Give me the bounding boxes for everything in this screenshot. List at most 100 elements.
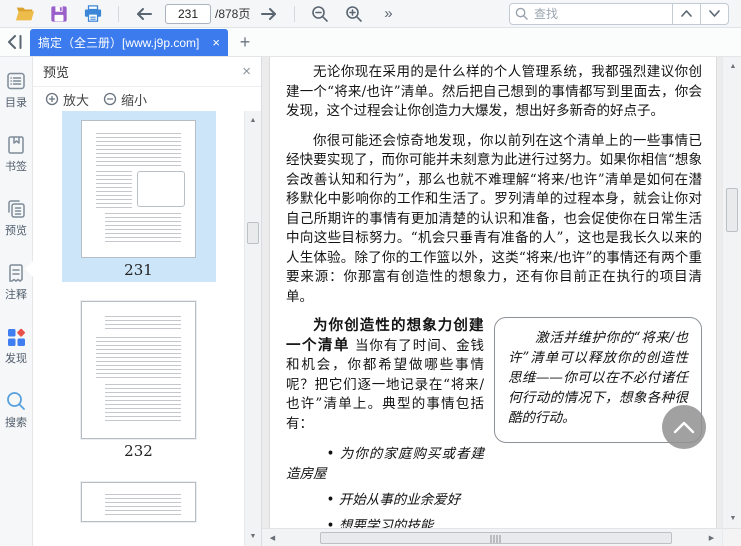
new-tab-button[interactable]: + [228,28,262,56]
scroll-left-arrow[interactable]: ◀ [264,530,281,546]
thumbnail-page-image [81,301,196,439]
zoom-out-button[interactable] [308,2,332,26]
circle-plus-icon [45,92,59,106]
tab-title: 搞定（全三册）[www.j9p.com] [38,36,200,50]
document-view: 无论你现在采用的是什么样的个人管理系统，我都强烈建议你创建一个“将来/也许”清单… [262,57,722,546]
page-total-label: /878页 [215,7,251,21]
zoom-in-label: 放大 [63,92,90,108]
find-bar [509,2,729,25]
tab-bar: 搞定（全三册）[www.j9p.com] × + [0,28,741,57]
find-next-button[interactable] [701,4,728,24]
thumbnail-item[interactable] [62,473,216,525]
toolbar-separator [118,5,119,22]
annotation-page-icon [5,262,27,284]
list-item: 想要学习的技能 [286,516,702,528]
sidebar-item-toc[interactable]: 目录 [0,70,32,126]
scroll-up-arrow[interactable]: ▲ [245,113,261,128]
find-previous-button[interactable] [673,4,700,24]
floppy-save-icon [50,5,68,23]
list-item: 开始从事的业余爱好 [286,490,702,510]
thumbnail-item[interactable]: 232 [62,292,216,463]
bookmark-icon [5,134,27,156]
search-icon [510,4,532,24]
scrollbar-corner [723,528,741,546]
magnifier-minus-icon [311,5,329,23]
paragraph: 无论你现在采用的是什么样的个人管理系统，我都强烈建议你创建一个“将来/也许”清单… [286,64,702,119]
page-content: 无论你现在采用的是什么样的个人管理系统，我都强烈建议你创建一个“将来/也许”清单… [270,57,716,528]
page-number-input[interactable] [165,3,211,24]
scroll-down-arrow[interactable]: ▼ [245,529,261,544]
sidebar-item-search[interactable]: 搜索 [0,390,32,446]
section-left-column: 为你创造性的想象力创建一个清单 当你有了时间、金钱和机会，你都希望做哪些事情呢？… [286,317,484,484]
thumbnail-list: 231 232 [33,111,244,546]
toolbar-separator [294,5,296,22]
toc-icon [5,70,27,92]
search-icon [5,390,27,412]
close-icon[interactable]: × [242,64,251,79]
next-page-button[interactable] [257,2,281,26]
chevron-up-icon [681,10,692,17]
chevron-up-icon [673,421,695,433]
toolbar: /878页 » [0,0,741,28]
thumbnail-item[interactable]: 231 [61,111,216,282]
paragraph: 你很可能还会惊奇地发现，你以前列在这个清单上的一些事情已经快要实现了，而你可能并… [286,132,702,305]
sidebar-item-preview[interactable]: 预览 [0,198,32,254]
horizontal-scrollbar[interactable]: ◀ ▶ [262,528,722,546]
sidebar-item-discover[interactable]: 发现 [0,326,32,382]
more-tools-button[interactable]: » [376,2,400,26]
document-page: 无论你现在采用的是什么样的个人管理系统，我都强烈建议你创建一个“将来/也许”清单… [270,57,716,528]
chevron-down-icon [709,10,720,17]
thumbnail-zoom-out-button[interactable]: 缩小 [103,90,147,109]
preview-panel: 预览 × 放大 缩小 231 232 ▲ ▼ [33,57,262,546]
navigation-sidebar: 目录 书签 预览 注释 发现 搜索 [0,57,33,546]
zoom-out-label: 缩小 [121,92,148,108]
circle-minus-icon [103,92,117,106]
section-row: 为你创造性的想象力创建一个清单 当你有了时间、金钱和机会，你都希望做哪些事情呢？… [286,317,702,484]
scrollbar-thumb[interactable] [320,532,672,544]
thumbnail-page-number: 231 [124,261,153,279]
scrollbar-thumb[interactable] [247,222,259,244]
print-button[interactable] [81,2,105,26]
arrow-left-icon [135,7,153,21]
tab-close-icon[interactable]: × [212,36,220,49]
preview-panel-title: 预览 [43,65,70,80]
preview-panel-header: 预览 × [33,57,261,87]
chevron-left-bar-icon [8,35,22,49]
list-item: 为你的家庭购买或者建造房屋 [286,444,484,484]
previous-page-button[interactable] [132,2,156,26]
thumbnail-zoom-in-button[interactable]: 放大 [45,90,89,109]
save-button[interactable] [47,2,71,26]
vertical-scrollbar[interactable]: ▲ ▼ [722,57,741,546]
active-panel-notch [25,261,33,277]
section-paragraph: 为你创造性的想象力创建一个清单 当你有了时间、金钱和机会，你都希望做哪些事情呢？… [286,317,484,434]
folder-open-icon [15,5,35,23]
back-to-top-button[interactable] [662,405,706,449]
thumbnail-page-number: 232 [124,442,153,460]
find-input[interactable] [532,6,672,21]
printer-icon [83,4,103,23]
scrollbar-grip [490,535,502,543]
sidebar-item-bookmarks[interactable]: 书签 [0,134,32,190]
sidebar-item-label: 注释 [5,289,27,301]
preview-toolbar: 放大 缩小 [33,87,261,111]
preview-pages-icon [5,198,27,220]
discover-grid-icon [5,326,27,348]
workspace: 目录 书签 预览 注释 发现 搜索 预览 × 放大 缩小 231 232 ▲ ▼… [0,57,741,546]
thumbnail-page-image [81,482,196,522]
collapse-tabs-button[interactable] [0,28,30,56]
sidebar-item-label: 发现 [5,353,27,365]
zoom-in-button[interactable] [342,2,366,26]
document-tab[interactable]: 搞定（全三册）[www.j9p.com] × [30,29,228,56]
scroll-right-arrow[interactable]: ▶ [703,530,720,546]
thumbnail-page-image [81,120,196,258]
scroll-down-arrow[interactable]: ▼ [725,511,741,526]
sidebar-item-label: 目录 [5,97,27,109]
scrollbar-thumb[interactable] [726,188,738,232]
preview-scrollbar[interactable]: ▲ ▼ [244,111,261,546]
scroll-up-arrow[interactable]: ▲ [725,59,741,74]
open-file-button[interactable] [13,2,37,26]
arrow-right-icon [260,7,278,21]
chevron-double-right-icon: » [384,5,393,22]
sidebar-item-label: 预览 [5,225,27,237]
sidebar-item-label: 书签 [5,161,27,173]
